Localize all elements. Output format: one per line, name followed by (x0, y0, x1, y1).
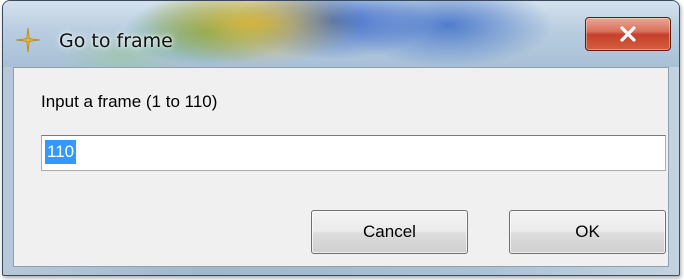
frame-input-value: 110 (45, 140, 77, 164)
dialog-window: Go to frame Input a frame (1 to 110) 110… (2, 0, 680, 276)
ok-button[interactable]: OK (509, 210, 666, 254)
cancel-button[interactable]: Cancel (311, 210, 468, 254)
title-bar[interactable]: Go to frame (3, 1, 679, 67)
close-icon (619, 26, 637, 42)
dialog-body: Input a frame (1 to 110) 110 Cancel OK (13, 67, 669, 267)
crosshair-star-icon (15, 27, 41, 53)
frame-input[interactable]: 110 (41, 135, 666, 171)
frame-prompt-label: Input a frame (1 to 110) (41, 92, 218, 111)
window-title: Go to frame (59, 30, 173, 52)
close-button[interactable] (585, 17, 671, 51)
